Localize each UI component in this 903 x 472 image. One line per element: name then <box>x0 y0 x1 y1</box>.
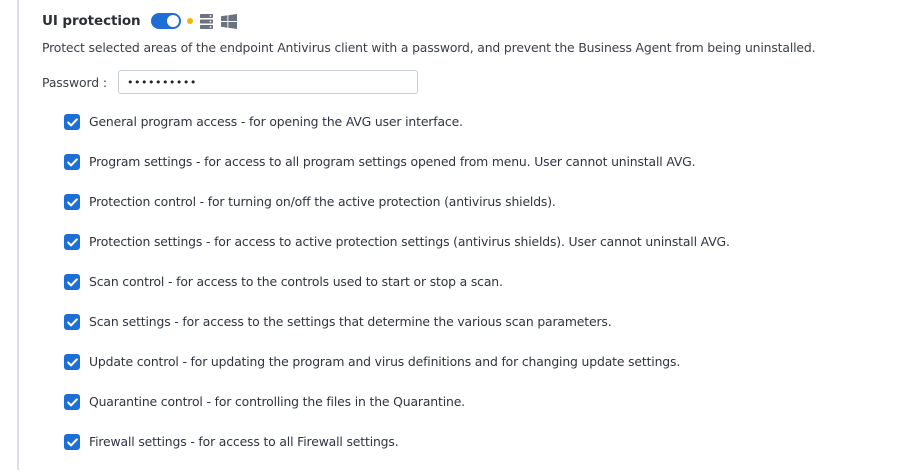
option-row-2: Program settings - for access to all pro… <box>64 152 730 192</box>
option-row-9: Firewall settings - for access to all Fi… <box>64 432 730 472</box>
option-label: Quarantine control - for controlling the… <box>89 394 465 409</box>
option-checkbox-1[interactable] <box>64 114 80 130</box>
option-label: Firewall settings - for access to all Fi… <box>89 434 399 449</box>
protection-options-list: General program access - for opening the… <box>64 112 730 472</box>
option-checkbox-7[interactable] <box>64 354 80 370</box>
option-label: General program access - for opening the… <box>89 114 463 129</box>
checkmark-icon <box>66 357 78 366</box>
option-row-8: Quarantine control - for controlling the… <box>64 392 730 432</box>
option-row-7: Update control - for updating the progra… <box>64 352 730 392</box>
option-row-3: Protection control - for turning on/off … <box>64 192 730 232</box>
option-checkbox-9[interactable] <box>64 434 80 450</box>
option-row-6: Scan settings - for access to the settin… <box>64 312 730 352</box>
option-row-1: General program access - for opening the… <box>64 112 730 152</box>
status-dot <box>186 18 193 24</box>
section-header: UI protection <box>42 10 237 32</box>
option-label: Scan settings - for access to the settin… <box>89 314 612 329</box>
password-label: Password : <box>42 74 107 90</box>
section-title: UI protection <box>42 13 141 29</box>
password-input[interactable] <box>118 70 418 94</box>
option-checkbox-3[interactable] <box>64 194 80 210</box>
checkmark-icon <box>66 117 78 126</box>
option-checkbox-4[interactable] <box>64 234 80 250</box>
checkmark-icon <box>66 157 78 166</box>
option-checkbox-6[interactable] <box>64 314 80 330</box>
option-checkbox-2[interactable] <box>64 154 80 170</box>
server-icon <box>199 13 213 29</box>
password-row: Password : <box>42 70 418 94</box>
checkmark-icon <box>66 437 78 446</box>
checkmark-icon <box>66 197 78 206</box>
checkmark-icon <box>66 237 78 246</box>
windows-icon <box>220 13 237 29</box>
section-left-border <box>17 0 19 470</box>
option-label: Update control - for updating the progra… <box>89 354 681 369</box>
option-label: Protection settings - for access to acti… <box>89 234 730 249</box>
option-checkbox-8[interactable] <box>64 394 80 410</box>
option-row-5: Scan control - for access to the control… <box>64 272 730 312</box>
section-description: Protect selected areas of the endpoint A… <box>42 40 816 55</box>
option-label: Protection control - for turning on/off … <box>89 194 556 209</box>
ui-protection-toggle[interactable] <box>150 13 181 29</box>
option-label: Scan control - for access to the control… <box>89 274 503 289</box>
option-label: Program settings - for access to all pro… <box>89 154 696 169</box>
option-checkbox-5[interactable] <box>64 274 80 290</box>
option-row-4: Protection settings - for access to acti… <box>64 232 730 272</box>
checkmark-icon <box>66 317 78 326</box>
checkmark-icon <box>66 277 78 286</box>
checkmark-icon <box>66 397 78 406</box>
toggle-knob <box>166 15 179 27</box>
